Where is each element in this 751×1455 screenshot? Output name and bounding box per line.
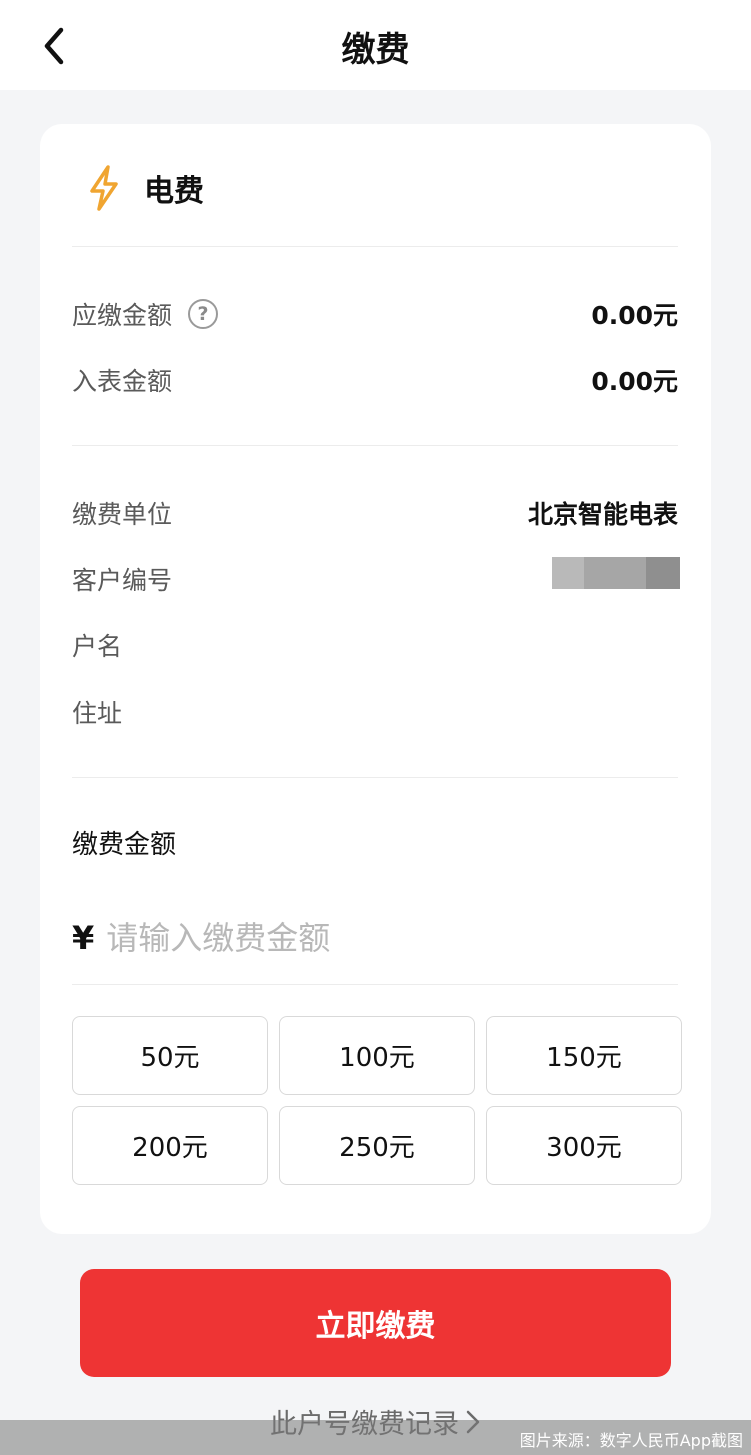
account-name-row: 户名 <box>72 625 678 665</box>
payment-amount-title: 缴费金额 <box>72 830 177 860</box>
due-amount-label-wrap: 应缴金额 ? <box>72 296 219 332</box>
preset-amount-button[interactable]: 100元 <box>279 1016 475 1095</box>
due-amount-label: 应缴金额 <box>72 301 173 330</box>
customer-number-row: 客户编号 <box>72 557 680 599</box>
payee-unit-value: 北京智能电表 <box>527 500 678 529</box>
meter-amount-label: 入表金额 <box>72 367 173 396</box>
divider <box>72 246 678 247</box>
divider <box>72 984 678 985</box>
amount-input-row: ¥ <box>72 914 678 962</box>
lightning-bolt-icon <box>84 164 124 212</box>
image-caption: 图片来源：数字人民币App截图 <box>519 1431 743 1450</box>
due-amount-row: 应缴金额 ? 0.00元 <box>72 294 678 334</box>
pay-now-button[interactable]: 立即缴费 <box>80 1269 671 1377</box>
meter-amount-value: 0.00元 <box>591 367 678 396</box>
amount-input[interactable] <box>106 919 647 957</box>
bill-type-label: 电费 <box>144 174 204 209</box>
divider <box>72 777 678 778</box>
page-title: 缴费 <box>341 30 410 70</box>
due-amount-value: 0.00元 <box>591 301 678 330</box>
preset-amount-button[interactable]: 300元 <box>486 1106 682 1185</box>
payee-unit-label: 缴费单位 <box>72 500 173 529</box>
preset-amount-grid: 50元 100元 150元 200元 250元 300元 <box>72 1016 682 1185</box>
preset-amount-button[interactable]: 50元 <box>72 1016 268 1095</box>
preset-amount-button[interactable]: 250元 <box>279 1106 475 1185</box>
currency-symbol: ¥ <box>72 919 95 957</box>
account-name-label: 户名 <box>72 632 123 661</box>
address-label: 住址 <box>72 699 123 728</box>
payment-card: 电费 应缴金额 ? 0.00元 入表金额 0.00元 缴费单位 北京智能电表 客… <box>40 124 711 1234</box>
customer-number-masked <box>552 557 680 589</box>
customer-number-label: 客户编号 <box>72 566 173 595</box>
divider <box>72 445 678 446</box>
top-bar: 缴费 <box>0 0 751 90</box>
meter-amount-row: 入表金额 0.00元 <box>72 360 678 400</box>
bill-type-header: 电费 <box>84 164 204 212</box>
preset-amount-button[interactable]: 150元 <box>486 1016 682 1095</box>
help-icon[interactable]: ? <box>188 299 219 329</box>
payee-unit-row: 缴费单位 北京智能电表 <box>72 493 678 533</box>
address-row: 住址 <box>72 692 678 732</box>
preset-amount-button[interactable]: 200元 <box>72 1106 268 1185</box>
